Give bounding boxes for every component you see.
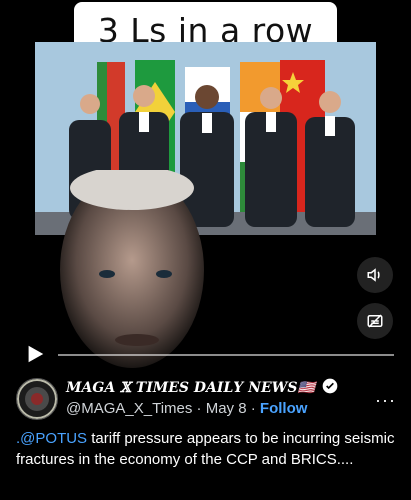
video-progress-bar[interactable] (58, 354, 394, 356)
flag-emoji: 🇺🇸 (297, 380, 315, 396)
mention-link[interactable]: .@POTUS (16, 430, 87, 447)
more-options-button[interactable]: ··· (375, 390, 396, 411)
video-presenter (52, 166, 212, 370)
separator: · (196, 400, 202, 417)
captions-icon (367, 314, 383, 328)
volume-button[interactable] (357, 257, 393, 293)
handle[interactable]: @MAGA_X_Times (66, 400, 192, 417)
play-button[interactable] (24, 343, 46, 365)
play-icon (28, 345, 44, 363)
post-date[interactable]: May 8 (206, 400, 247, 417)
handle-line: @MAGA_X_Times · May 8 · Follow (66, 400, 307, 417)
post-author: 𝑴𝑨𝑮𝑨 𝕏 𝑻𝑰𝑴𝑬𝑺 𝑫𝑨𝑰𝑳𝒀 𝑵𝑬𝑾𝑺🇺🇸 @MAGA_X_Times … (16, 376, 396, 424)
verified-icon (322, 378, 338, 394)
post-text: .@POTUS tariff pressure appears to be in… (16, 428, 396, 470)
avatar[interactable] (16, 378, 58, 420)
volume-icon (367, 268, 380, 282)
follow-button[interactable]: Follow (260, 400, 308, 417)
captions-button[interactable] (357, 303, 393, 339)
display-name[interactable]: 𝑴𝑨𝑮𝑨 𝕏 𝑻𝑰𝑴𝑬𝑺 𝑫𝑨𝑰𝑳𝒀 𝑵𝑬𝑾𝑺🇺🇸 (66, 378, 338, 396)
display-name-text: 𝑴𝑨𝑮𝑨 𝕏 𝑻𝑰𝑴𝑬𝑺 𝑫𝑨𝑰𝑳𝒀 𝑵𝑬𝑾𝑺 (66, 380, 298, 396)
separator-2: · (250, 400, 256, 417)
